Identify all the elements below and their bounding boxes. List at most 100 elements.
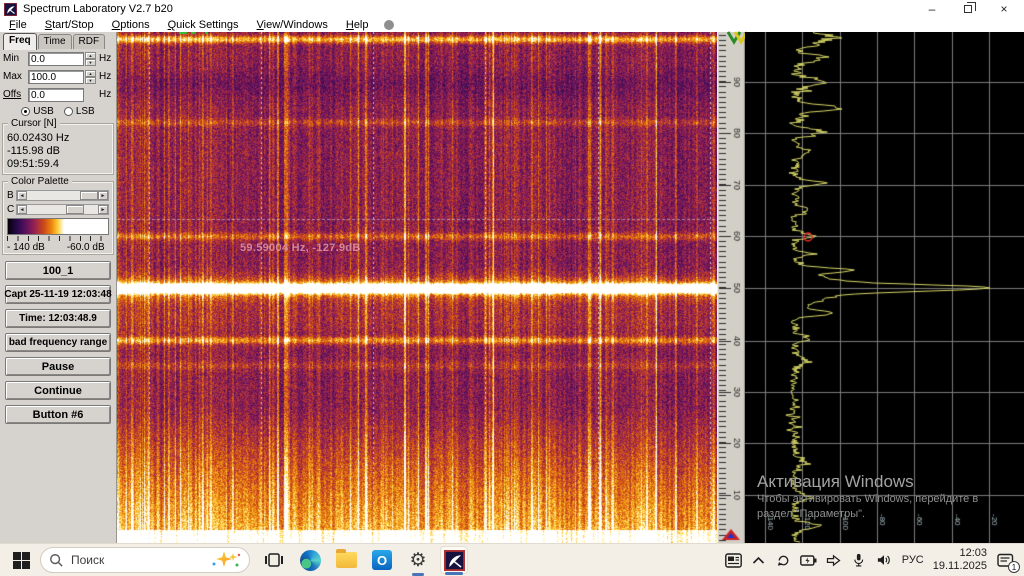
waterfall-canvas[interactable] bbox=[117, 32, 717, 543]
windows-logo-icon bbox=[12, 551, 30, 569]
lsb-radio[interactable]: LSB bbox=[63, 106, 95, 117]
window-title: Spectrum Laboratory V2.7 b20 bbox=[23, 3, 173, 15]
frequency-ruler[interactable] bbox=[717, 32, 745, 543]
active-indicator bbox=[445, 572, 463, 575]
tab-time[interactable]: Time bbox=[37, 34, 72, 49]
contrast-slider-thumb[interactable] bbox=[66, 204, 85, 214]
button-continue[interactable]: Continue bbox=[5, 381, 111, 400]
palette-max-label: -60.0 dB bbox=[66, 242, 105, 253]
cursor-level: -115.98 dB bbox=[7, 145, 61, 157]
offset-input[interactable]: 0.0 bbox=[28, 87, 84, 102]
clock[interactable]: 12:03 19.11.2025 bbox=[933, 547, 987, 573]
offs-label[interactable]: Offs bbox=[3, 89, 28, 100]
spin-down-icon[interactable]: ▼ bbox=[85, 58, 96, 66]
chevron-up-icon bbox=[753, 556, 765, 564]
menu-help[interactable]: Help bbox=[337, 18, 378, 32]
menu-file[interactable]: File bbox=[0, 18, 36, 32]
contrast-slider[interactable]: ◄ ► bbox=[16, 203, 109, 215]
desktop: Spectrum Laboratory V2.7 b20 – × File St… bbox=[0, 0, 1024, 576]
spectrum-canvas[interactable] bbox=[745, 32, 1024, 543]
slider-right-icon[interactable]: ► bbox=[98, 190, 108, 200]
button-bad-frequency-range[interactable]: bad frequency range bbox=[5, 333, 111, 352]
start-button[interactable] bbox=[6, 545, 36, 575]
tab-freq[interactable]: Freq bbox=[3, 33, 37, 50]
close-icon[interactable]: × bbox=[986, 0, 1022, 18]
speaker-icon bbox=[877, 555, 890, 565]
task-view-button[interactable] bbox=[260, 546, 288, 574]
control-panel: Freq Time RDF Min 0.0 ▲ ▼ Hz Max 100.0 ▲ ▼… bbox=[0, 32, 117, 543]
freq-time-rdf-tabs: Freq Time RDF bbox=[0, 32, 116, 50]
sync-tray-button[interactable] bbox=[775, 551, 793, 569]
edge-icon bbox=[299, 549, 321, 571]
eject-tray-button[interactable] bbox=[825, 551, 843, 569]
menu-quick-settings[interactable]: Quick Settings bbox=[159, 18, 248, 32]
button-time[interactable]: Time: 12:03:48.9 bbox=[5, 309, 111, 328]
max-spinner[interactable]: ▲ ▼ bbox=[85, 69, 96, 84]
brightness-slider-label: B bbox=[7, 189, 14, 201]
usb-radio[interactable]: USB bbox=[21, 106, 54, 117]
tab-rdf[interactable]: RDF bbox=[72, 34, 106, 49]
power-tray-button[interactable] bbox=[800, 551, 818, 569]
min-spinner[interactable]: ▲ ▼ bbox=[85, 51, 96, 66]
spin-up-icon[interactable]: ▲ bbox=[85, 51, 96, 59]
min-freq-input[interactable]: 0.0 bbox=[28, 51, 84, 66]
copilot-sparkle-icon[interactable] bbox=[211, 550, 241, 570]
brightness-slider-thumb[interactable] bbox=[80, 190, 99, 200]
minimize-icon[interactable]: – bbox=[914, 0, 950, 18]
contrast-slider-label: C bbox=[7, 203, 15, 215]
spectrum-graph[interactable]: Активация Windows Чтобы активировать Win… bbox=[745, 32, 1024, 543]
palette-gradient bbox=[7, 218, 109, 235]
menu-start-stop[interactable]: Start/Stop bbox=[36, 18, 103, 32]
folder-icon bbox=[335, 549, 357, 568]
spin-down-icon[interactable]: ▼ bbox=[85, 76, 96, 84]
battery-icon bbox=[800, 554, 817, 566]
waterfall-spectrogram[interactable]: 59.59004 Hz, -127.9dB bbox=[117, 32, 717, 543]
usb-radio-circle[interactable] bbox=[21, 107, 31, 116]
arrow-right-icon bbox=[827, 554, 841, 566]
max-unit: Hz bbox=[99, 71, 112, 82]
task-view-icon bbox=[265, 553, 283, 567]
restore-icon[interactable] bbox=[950, 0, 986, 18]
slider-left-icon[interactable]: ◄ bbox=[17, 190, 27, 200]
slider-right-icon[interactable]: ► bbox=[98, 204, 108, 214]
search-box[interactable]: Поиск bbox=[40, 547, 250, 573]
waterfall-marker-readout: 59.59004 Hz, -127.9dB bbox=[240, 242, 361, 254]
notification-center-button[interactable]: 1 bbox=[994, 550, 1020, 573]
button-6[interactable]: Button #6 bbox=[5, 405, 111, 424]
volume-tray-button[interactable] bbox=[875, 551, 893, 569]
brightness-slider[interactable]: ◄ ► bbox=[16, 189, 109, 201]
app-icon bbox=[4, 2, 17, 16]
lsb-label: LSB bbox=[75, 106, 95, 117]
outlook-button[interactable]: O bbox=[368, 546, 396, 574]
button-100-1[interactable]: 100_1 bbox=[5, 261, 111, 280]
gear-icon: ⚙ bbox=[409, 549, 427, 571]
slider-left-icon[interactable]: ◄ bbox=[17, 204, 27, 214]
tray-expand-button[interactable] bbox=[750, 551, 768, 569]
search-placeholder[interactable]: Поиск bbox=[71, 553, 211, 567]
macro-buttons: 100_1 Capt 25-11-19 12:03:48 Time: 12:03… bbox=[0, 261, 116, 424]
color-palette-groupbox: Color Palette B ◄ ► C ◄ ► - 140 dB -60.0… bbox=[2, 176, 114, 255]
menu-view-windows[interactable]: View/Windows bbox=[248, 18, 337, 32]
status-dot-icon bbox=[383, 20, 394, 30]
cursor-time: 09:51:59.4 bbox=[7, 158, 59, 170]
button-pause[interactable]: Pause bbox=[5, 357, 111, 376]
spin-up-icon[interactable]: ▲ bbox=[85, 69, 96, 77]
spectrum-lab-taskbar-button[interactable] bbox=[440, 546, 468, 575]
widgets-icon bbox=[725, 552, 743, 568]
menu-options[interactable]: Options bbox=[103, 18, 159, 32]
file-explorer-button[interactable] bbox=[332, 546, 360, 574]
widgets-button[interactable] bbox=[725, 551, 743, 569]
cursor-group-title: Cursor [N] bbox=[8, 118, 60, 129]
spectrum-lab-icon bbox=[443, 549, 465, 571]
outlook-icon: O bbox=[372, 550, 392, 570]
settings-button[interactable]: ⚙ bbox=[404, 546, 432, 576]
microphone-icon bbox=[854, 553, 864, 567]
edge-browser-button[interactable] bbox=[296, 546, 324, 574]
lsb-radio-circle[interactable] bbox=[63, 107, 73, 116]
cursor-frequency: 60.02430 Hz bbox=[7, 132, 70, 144]
window-titlebar[interactable]: Spectrum Laboratory V2.7 b20 – × bbox=[0, 0, 1024, 18]
microphone-tray-button[interactable] bbox=[850, 551, 868, 569]
max-freq-input[interactable]: 100.0 bbox=[28, 69, 84, 84]
button-capture[interactable]: Capt 25-11-19 12:03:48 bbox=[4, 285, 112, 304]
language-indicator[interactable]: РУС bbox=[900, 554, 926, 566]
